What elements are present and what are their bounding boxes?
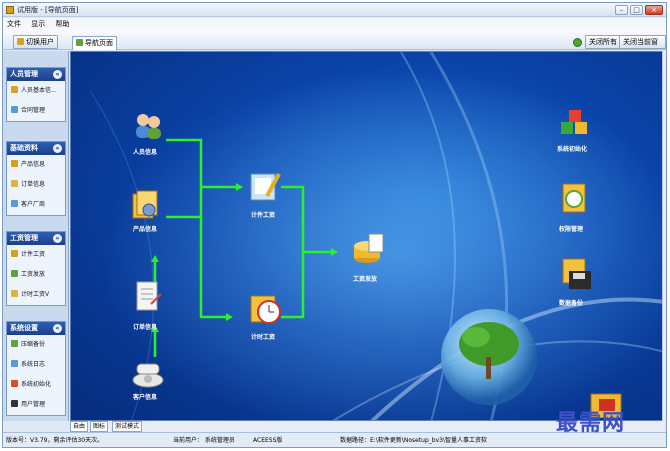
status-version: 版本号：V3.79，剩余评估30天次。 <box>6 437 104 444</box>
refresh-icon[interactable] <box>573 38 582 47</box>
users-icon <box>11 400 18 407</box>
group-system: 系统设置 « 压缩备份 系统日志 系统初始化 用户管理 <box>6 321 66 416</box>
group-personnel: 人员管理 « 人员基本信... 合同管理 <box>6 67 66 122</box>
person-icon <box>11 86 18 93</box>
order-label[interactable]: 订单信息 <box>133 322 157 331</box>
sidebar: 人员管理 « 人员基本信... 合同管理 基础资料 « 产品信息 订单信息 客户厂商… <box>3 51 69 421</box>
contract-icon <box>11 106 18 113</box>
status-user: 当前用户： 系统管理员 <box>173 437 235 444</box>
permission-label[interactable]: 权限管理 <box>559 224 583 233</box>
close-all-button[interactable]: 关闭所有 <box>585 35 621 49</box>
collapse-icon[interactable]: « <box>53 70 62 79</box>
navigation-canvas: 人员信息 产品信息 订单信息 客户信息 计件工资 计时工资 工资发放 系统初始化 <box>70 51 664 421</box>
backup-icon <box>11 340 18 347</box>
customer-label[interactable]: 客户信息 <box>133 392 157 401</box>
order-icon[interactable] <box>131 280 165 314</box>
tab-test-mode[interactable]: 测试模式 <box>112 421 143 432</box>
group-header-salary[interactable]: 工资管理 « <box>7 232 65 245</box>
personnel-icon[interactable] <box>133 112 163 140</box>
init-icon <box>11 380 18 387</box>
sidebar-item-contract[interactable]: 合同管理 <box>7 101 65 121</box>
sidebar-item-backup[interactable]: 压缩备份 <box>7 335 65 355</box>
init-icon[interactable] <box>559 108 593 138</box>
summary-label[interactable]: 工资发放 <box>353 274 377 283</box>
collapse-icon[interactable]: « <box>53 144 62 153</box>
clock-icon <box>11 290 18 297</box>
maximize-button[interactable]: □ <box>630 5 643 15</box>
sidebar-item-log[interactable]: 系统日志 <box>7 355 65 375</box>
customer-icon[interactable] <box>131 360 165 388</box>
tab-navigation[interactable]: 导航页面 <box>72 36 117 50</box>
window-title: 试用版 - [导航页面] <box>17 6 79 14</box>
sidebar-item-users[interactable]: 用户管理 <box>7 395 65 415</box>
group-header-system[interactable]: 系统设置 « <box>7 322 65 335</box>
log-icon <box>11 360 18 367</box>
group-basic: 基础资料 « 产品信息 订单信息 客户厂商 <box>6 141 66 216</box>
close-current-button[interactable]: 关闭当前窗口 <box>619 35 666 58</box>
product-icon <box>11 160 18 167</box>
group-header-basic[interactable]: 基础资料 « <box>7 142 65 155</box>
product-icon[interactable] <box>131 190 161 220</box>
status-db: ACEESS版 <box>253 437 283 444</box>
tab-icons[interactable]: 图标 <box>90 421 109 432</box>
order-icon <box>11 180 18 187</box>
close-button[interactable]: × <box>645 5 663 15</box>
payout-icon <box>11 270 18 277</box>
init-label[interactable]: 系统初始化 <box>557 144 587 153</box>
sidebar-item-init[interactable]: 系统初始化 <box>7 375 65 395</box>
permission-icon[interactable] <box>559 182 593 216</box>
toolbar: 切换用户 导航页面 关闭所有 关闭当前窗口 <box>3 29 666 58</box>
tab-free[interactable]: 自由 <box>70 421 89 432</box>
collapse-icon[interactable]: « <box>53 324 62 333</box>
sidebar-item-personnel-info[interactable]: 人员基本信... <box>7 81 65 101</box>
backup-label[interactable]: 数据备份 <box>559 298 583 307</box>
sidebar-item-customer[interactable]: 客户厂商 <box>7 195 65 215</box>
timework-icon[interactable] <box>249 292 283 326</box>
watermark-text: 最需网 <box>556 410 626 436</box>
minimize-button[interactable]: – <box>615 5 628 15</box>
group-header-personnel[interactable]: 人员管理 « <box>7 68 65 81</box>
customer-icon <box>11 200 18 207</box>
product-label[interactable]: 产品信息 <box>133 224 157 233</box>
piecework-icon <box>11 250 18 257</box>
sidebar-item-order[interactable]: 订单信息 <box>7 175 65 195</box>
app-icon <box>6 6 14 14</box>
vertical-scrollbar[interactable] <box>662 51 666 421</box>
app-window: 试用版 - [导航页面] – □ × 文件 显示 帮助 切换用户 导航页面 关闭… <box>2 2 667 448</box>
backup-icon[interactable] <box>559 257 593 291</box>
personnel-label[interactable]: 人员信息 <box>133 147 157 156</box>
title-bar: 试用版 - [导航页面] – □ × <box>3 3 666 17</box>
group-salary: 工资管理 « 计件工资 工资发放 计时工资V <box>6 231 66 306</box>
menu-bar: 文件 显示 帮助 <box>3 18 666 29</box>
sidebar-item-product[interactable]: 产品信息 <box>7 155 65 175</box>
summary-icon[interactable] <box>351 232 385 266</box>
sidebar-item-piecework[interactable]: 计件工资 <box>7 245 65 265</box>
status-path: 数据路径：E:\软件更新\Nosetup_bv3\智量人事工资软 <box>340 437 487 444</box>
piecework-icon[interactable] <box>249 170 283 202</box>
sidebar-item-timework[interactable]: 计时工资V <box>7 285 65 305</box>
piecework-label[interactable]: 计件工资 <box>251 210 275 219</box>
collapse-icon[interactable]: « <box>53 234 62 243</box>
sidebar-item-payout[interactable]: 工资发放 <box>7 265 65 285</box>
home-icon <box>76 39 83 46</box>
timework-label[interactable]: 计时工资 <box>251 332 275 341</box>
user-switch-icon <box>17 38 24 45</box>
switch-user-button[interactable]: 切换用户 <box>13 35 58 49</box>
